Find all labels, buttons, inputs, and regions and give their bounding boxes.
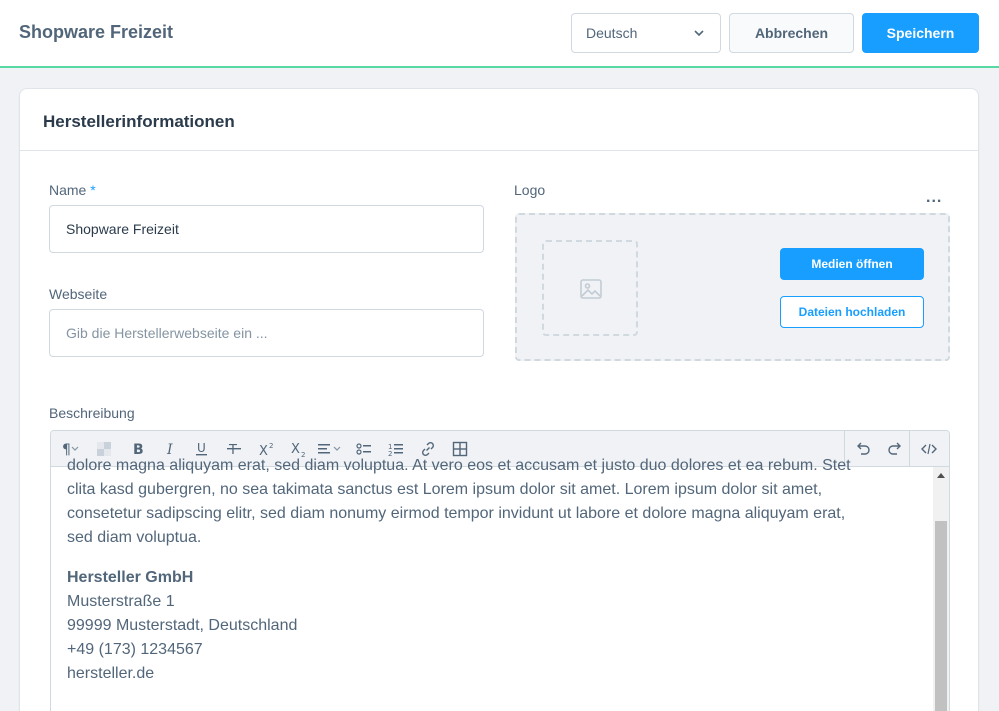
- paragraph-line: dolore magna aliquyam erat, sed diam vol…: [67, 457, 851, 474]
- top-bar: Shopware Freizeit Deutsch Abbrechen Spei…: [0, 0, 999, 68]
- paragraph-line: clita kasd gubergren, no sea takimata sa…: [67, 481, 823, 498]
- editor-content[interactable]: dolore magna aliquyam erat, sed diam vol…: [67, 457, 931, 686]
- name-label-text: Name: [49, 182, 87, 198]
- description-label: Beschreibung: [49, 405, 135, 421]
- company-name: Hersteller GmbH: [67, 569, 194, 586]
- address-block: Hersteller GmbH Musterstraße 1 99999 Mus…: [67, 566, 931, 686]
- svg-text:2: 2: [269, 442, 273, 450]
- svg-text:U: U: [197, 441, 206, 455]
- page-title: Shopware Freizeit: [19, 22, 174, 42]
- upload-files-button[interactable]: Dateien hochladen: [780, 296, 924, 328]
- paragraph-line: sed diam voluptua.: [67, 529, 202, 546]
- open-media-button[interactable]: Medien öffnen: [780, 248, 924, 280]
- chevron-down-icon: [694, 30, 704, 37]
- text-editor[interactable]: ¶ B I U T X2 X2 12 dolore magna aliquyam…: [50, 430, 950, 711]
- scroll-up-arrow-icon[interactable]: [937, 473, 945, 478]
- logo-label: Logo: [514, 182, 546, 198]
- cancel-button[interactable]: Abbrechen: [729, 13, 854, 53]
- more-options-icon[interactable]: ...: [926, 189, 942, 207]
- logo-dropzone[interactable]: Medien öffnen Dateien hochladen: [515, 213, 950, 361]
- language-select-value: Deutsch: [586, 25, 638, 41]
- save-button[interactable]: Speichern: [862, 13, 979, 53]
- editor-scrollbar[interactable]: [933, 467, 949, 711]
- name-label: Name *: [49, 182, 96, 198]
- manufacturer-info-card: Herstellerinformationen Name * Shopware …: [19, 88, 979, 711]
- website-input[interactable]: Gib die Herstellerwebseite ein ...: [49, 309, 484, 357]
- required-mark: *: [90, 182, 96, 198]
- website-label: Webseite: [49, 286, 108, 302]
- name-input[interactable]: Shopware Freizeit: [49, 205, 484, 253]
- street: Musterstraße 1: [67, 593, 175, 610]
- card-header: Herstellerinformationen: [20, 89, 978, 151]
- description-paragraph: dolore magna aliquyam erat, sed diam vol…: [67, 454, 931, 550]
- language-select[interactable]: Deutsch: [571, 13, 721, 53]
- card-title: Herstellerinformationen: [43, 112, 235, 131]
- logo-preview: [542, 240, 638, 336]
- phone: +49 (173) 1234567: [67, 641, 203, 658]
- paragraph-line: consetetur sadipscing elitr, sed diam no…: [67, 505, 846, 522]
- scrollbar-thumb[interactable]: [935, 521, 947, 711]
- city: 99999 Musterstadt, Deutschland: [67, 617, 298, 634]
- image-placeholder-icon: [580, 279, 602, 299]
- website-text: hersteller.de: [67, 665, 155, 682]
